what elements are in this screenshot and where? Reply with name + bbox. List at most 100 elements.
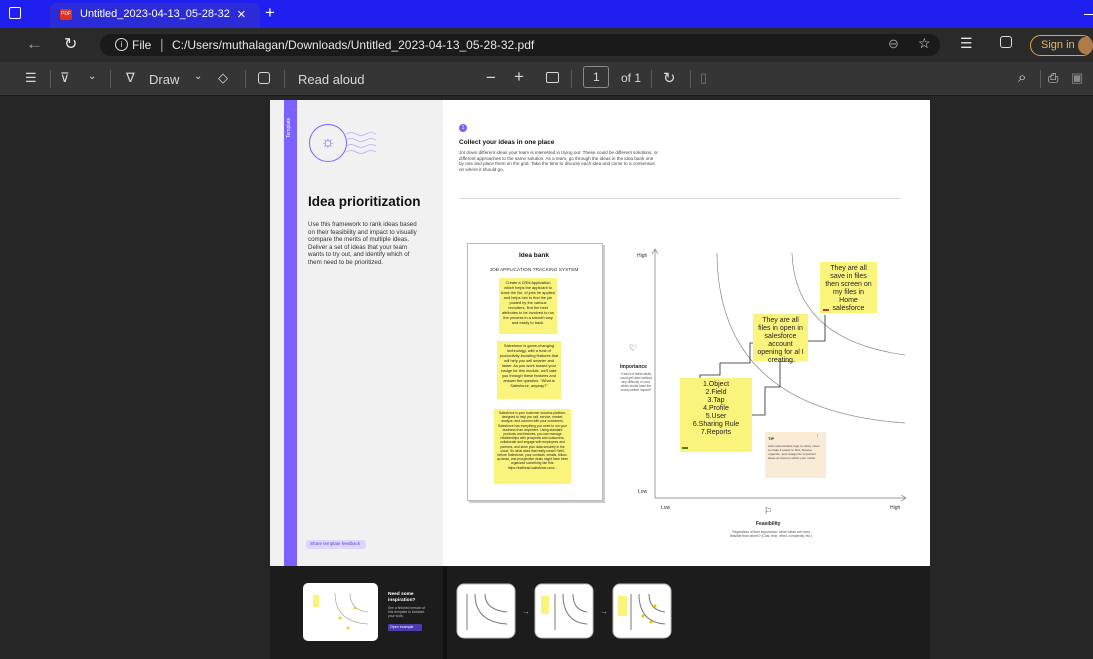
sticky-tag xyxy=(682,447,688,449)
favorite-add-icon[interactable]: ☆ xyxy=(918,35,931,52)
note-line: 5.User xyxy=(705,413,727,420)
pdf-icon: PDF xyxy=(60,9,72,20)
process-step-note xyxy=(541,596,549,614)
print-icon[interactable]: ⎙ xyxy=(1048,70,1058,86)
step-title: Collect your ideas in one place xyxy=(459,139,555,146)
inspiration-title: Need some inspiration? xyxy=(388,592,416,603)
flag-icon: ⚐ xyxy=(764,506,773,516)
heart-icon: ♡ xyxy=(629,343,638,353)
sticky-note-bottom[interactable]: 1.Object 2.Field 3.Tap 4.Profile 5.User … xyxy=(680,378,752,452)
idea-bank-subtitle: JOB APPLICATION TRACKING SYSTEM xyxy=(489,268,579,273)
toolbar-divider xyxy=(690,70,691,88)
tab-close-icon[interactable]: × xyxy=(237,6,246,23)
step-text: Jot down different ideas your team is in… xyxy=(459,150,658,172)
zoom-in-button[interactable]: + xyxy=(514,67,524,87)
search-icon[interactable]: ⌕ xyxy=(1018,69,1026,86)
process-step-dot xyxy=(649,620,653,624)
sticky-note[interactable]: Salesforce is game-changing technology, … xyxy=(497,341,561,399)
note-line: 7.Reports xyxy=(700,429,732,436)
section-divider xyxy=(459,198,901,199)
chevron-down-icon[interactable]: ⌄ xyxy=(194,71,202,82)
rotate-icon[interactable]: ↻ xyxy=(663,69,676,87)
toolbar-divider xyxy=(284,70,285,88)
sticky-tag xyxy=(823,309,829,311)
text-icon[interactable] xyxy=(258,72,270,84)
refresh-icon[interactable]: ↻ xyxy=(64,34,77,54)
idea-bank-title: Idea bank xyxy=(519,252,549,259)
x-axis-high-label: High xyxy=(890,505,901,511)
toolbar-divider xyxy=(50,70,51,88)
file-label: File xyxy=(132,38,152,52)
minimize-icon[interactable] xyxy=(1084,14,1093,15)
toolbar-divider xyxy=(110,70,111,88)
read-aloud-button[interactable]: Read aloud xyxy=(298,72,365,87)
share-feedback-label: Share template feedback xyxy=(310,541,361,546)
lightbulb-icon: ☼ xyxy=(309,124,347,162)
zoom-icon[interactable]: ⊖ xyxy=(888,36,899,52)
new-tab-button[interactable]: + xyxy=(265,3,275,23)
y-axis-high-label: High xyxy=(637,253,648,259)
sketch-dot xyxy=(338,616,342,620)
favorites-icon[interactable]: ☰ xyxy=(960,35,973,52)
process-step-thumb xyxy=(456,583,516,639)
sketch-curve xyxy=(349,592,369,613)
open-example-button[interactable]: Open example xyxy=(388,624,422,631)
inspiration-text: See a finished version of this template … xyxy=(388,606,426,619)
highlight-icon[interactable]: ⊽ xyxy=(60,70,70,86)
draw-label[interactable]: Draw xyxy=(149,72,179,87)
toolbar-divider xyxy=(651,70,652,88)
sketch-dot xyxy=(353,606,357,610)
note-line: 3.Tap xyxy=(707,397,725,404)
tip-icon: ! xyxy=(817,434,819,440)
avatar[interactable] xyxy=(1078,37,1093,54)
url-text[interactable]: C:/Users/muthalagan/Downloads/Untitled_2… xyxy=(172,38,534,52)
fit-page-icon[interactable] xyxy=(546,72,559,83)
process-step-note xyxy=(618,596,627,616)
note-line: 6.Sharing Rule xyxy=(692,421,740,428)
sign-in-label: Sign in xyxy=(1041,39,1075,51)
feasibility-label: Feasibility xyxy=(756,521,781,527)
save-icon[interactable]: ▣ xyxy=(1071,70,1083,86)
page-gutter xyxy=(443,566,447,659)
sticky-note[interactable]: Salesforce is your customer success plat… xyxy=(494,409,571,484)
sticky-note-top[interactable]: They are all save in files then screen o… xyxy=(820,262,877,313)
template-description: Use this framework to rank ideas based o… xyxy=(308,221,417,266)
process-step-dot xyxy=(653,604,657,608)
template-title: Idea prioritization xyxy=(308,194,421,209)
process-arrow: → xyxy=(600,607,608,616)
draw-icon[interactable]: ∇ xyxy=(126,70,135,86)
chevron-down-icon[interactable]: ⌄ xyxy=(88,71,96,82)
template-tag: Template xyxy=(286,117,292,138)
template-stripe xyxy=(284,100,297,566)
tab-title: Untitled_2023-04-13_05-28-32.p xyxy=(80,8,230,20)
window-icon[interactable] xyxy=(9,7,21,19)
toolbar-divider xyxy=(1040,70,1041,88)
page-total: of 1 xyxy=(621,71,642,85)
process-step-dot xyxy=(641,614,645,618)
zoom-out-button[interactable]: − xyxy=(486,68,496,88)
info-icon[interactable]: i xyxy=(115,38,128,51)
toolbar-divider xyxy=(245,70,246,88)
page-number-value: 1 xyxy=(593,70,600,84)
sketch-note xyxy=(313,595,319,607)
wave-lines-decor xyxy=(346,132,376,154)
contents-icon[interactable]: ☰ xyxy=(25,70,37,86)
sticky-note[interactable]: Create a CRM Application which helps the… xyxy=(499,278,557,334)
collections-icon[interactable] xyxy=(1000,36,1012,48)
tip-title: TIP xyxy=(768,436,775,441)
page-view-icon[interactable]: ▯ xyxy=(700,70,707,86)
importance-label: Importance xyxy=(620,364,647,370)
note-line: 4.Profile xyxy=(703,405,729,412)
sketch-dot xyxy=(346,626,350,630)
y-axis-low-label: Low xyxy=(638,489,648,495)
importance-description: If each of these tasks could get done wi… xyxy=(620,372,652,392)
step-number-badge: 1 xyxy=(459,124,467,132)
back-icon[interactable]: ← xyxy=(26,34,43,54)
process-arrow: → xyxy=(522,607,530,616)
eraser-icon[interactable]: ◇ xyxy=(218,70,228,86)
process-thumbnails: → → xyxy=(456,583,672,639)
sticky-note-middle[interactable]: They are all files in open in salesforce… xyxy=(753,314,808,364)
note-line: 2.Field xyxy=(705,389,727,396)
tip-text: Add customizable tags to sticky notes to… xyxy=(768,444,820,460)
note-line: 1.Object xyxy=(702,381,730,388)
